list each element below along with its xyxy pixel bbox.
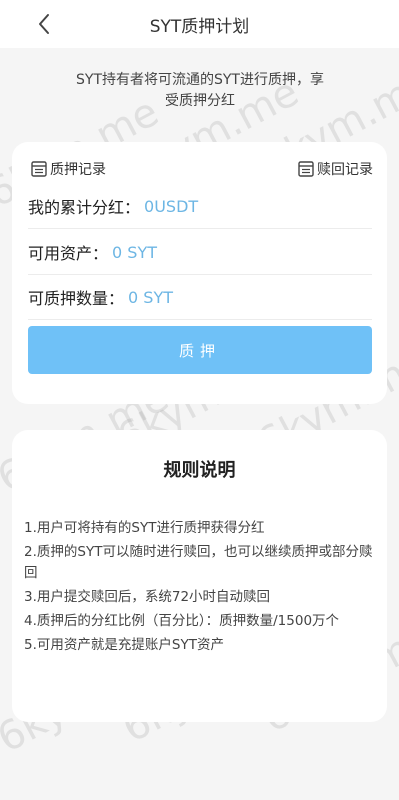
redeem-records-link[interactable]: 赎回记录: [297, 159, 373, 179]
pledge-records-link[interactable]: 质押记录: [30, 159, 106, 179]
rule-item: 5.可用资产就是充提账户SYT资产: [24, 637, 224, 653]
pledgeable-amount-row: 可质押数量： 0 SYT: [28, 275, 372, 320]
row-value: 0USDT: [144, 196, 199, 216]
rule-item: 3.用户提交赎回后，系统72小时自动赎回: [24, 589, 271, 605]
document-icon: [31, 161, 47, 177]
header-bar: SYT质押计划: [0, 0, 399, 48]
intro-text: SYT持有者将可流通的SYT进行质押，享受质押分红: [76, 72, 324, 109]
cumulative-dividend-row: 我的累计分红： 0USDT: [28, 184, 372, 229]
pledge-card: 质押记录 赎回记录 我的累计分红： 0USDT 可用资产： 0 SYT 可质押数…: [12, 142, 387, 404]
row-label: 可用资产：: [28, 244, 109, 263]
document-icon: [298, 161, 314, 177]
pledge-records-label: 质押记录: [50, 162, 106, 178]
rules-list: 1.用户可将持有的SYT进行质押获得分红 2.质押的SYT可以随时进行赎回，也可…: [24, 518, 374, 659]
row-value: 0 SYT: [112, 242, 157, 262]
rule-item: 4.质押后的分红比例（百分比）：质押数量/1500万个: [24, 613, 340, 629]
rule-item: 2.质押的SYT可以随时进行赎回，也可以继续质押或部分赎回: [24, 544, 373, 581]
rule-item: 1.用户可将持有的SYT进行质押获得分红: [24, 520, 265, 536]
row-value: 0 SYT: [128, 287, 173, 307]
available-assets-row: 可用资产： 0 SYT: [28, 230, 372, 275]
row-label: 可质押数量：: [28, 289, 125, 308]
rules-title: 规则说明: [163, 460, 236, 481]
pledge-button[interactable]: 质押: [28, 326, 372, 374]
rules-card: 规则说明 1.用户可将持有的SYT进行质押获得分红 2.质押的SYT可以随时进行…: [12, 430, 387, 722]
row-label: 我的累计分红：: [28, 198, 141, 217]
page-title: SYT质押计划: [149, 17, 250, 37]
redeem-records-label: 赎回记录: [317, 162, 373, 178]
